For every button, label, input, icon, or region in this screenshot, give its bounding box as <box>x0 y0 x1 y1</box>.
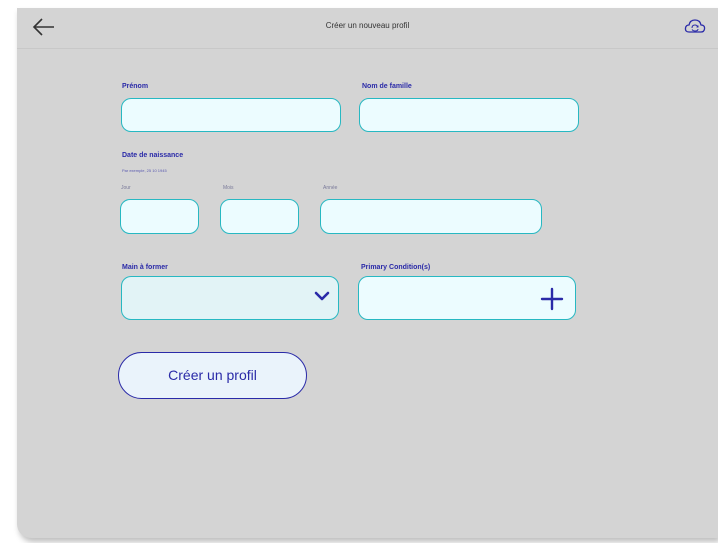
chevron-down-icon <box>314 291 330 301</box>
top-bar: Créer un nouveau profil <box>17 8 718 49</box>
first-name-input[interactable] <box>121 98 341 132</box>
birthdate-label: Date de naissance <box>122 152 184 159</box>
day-label: Jour <box>121 185 131 191</box>
birthdate-hint: Par exemple, 25 10 1945 <box>122 168 167 173</box>
birth-day-input[interactable] <box>120 199 199 234</box>
cloud-sync-icon <box>684 19 706 33</box>
first-name-label: Prénom <box>122 83 149 90</box>
birth-year-input[interactable] <box>320 199 542 234</box>
plus-icon[interactable] <box>539 286 565 312</box>
last-name-input[interactable] <box>359 98 579 132</box>
create-profile-button[interactable]: Créer un profil <box>118 352 307 399</box>
condition-label: Primary Condition(s) <box>361 264 431 271</box>
cloud-sync-button[interactable] <box>684 17 706 37</box>
month-label: Mois <box>223 185 234 191</box>
hand-label: Main à former <box>122 264 168 271</box>
app-window: Créer un nouveau profil Prénom Nom de fa… <box>17 8 718 538</box>
hand-select[interactable] <box>121 276 339 320</box>
page-title: Créer un nouveau profil <box>325 21 410 30</box>
year-label: Année <box>323 185 338 191</box>
birth-month-input[interactable] <box>220 199 299 234</box>
last-name-label: Nom de famille <box>362 83 412 90</box>
condition-field[interactable] <box>358 276 576 320</box>
